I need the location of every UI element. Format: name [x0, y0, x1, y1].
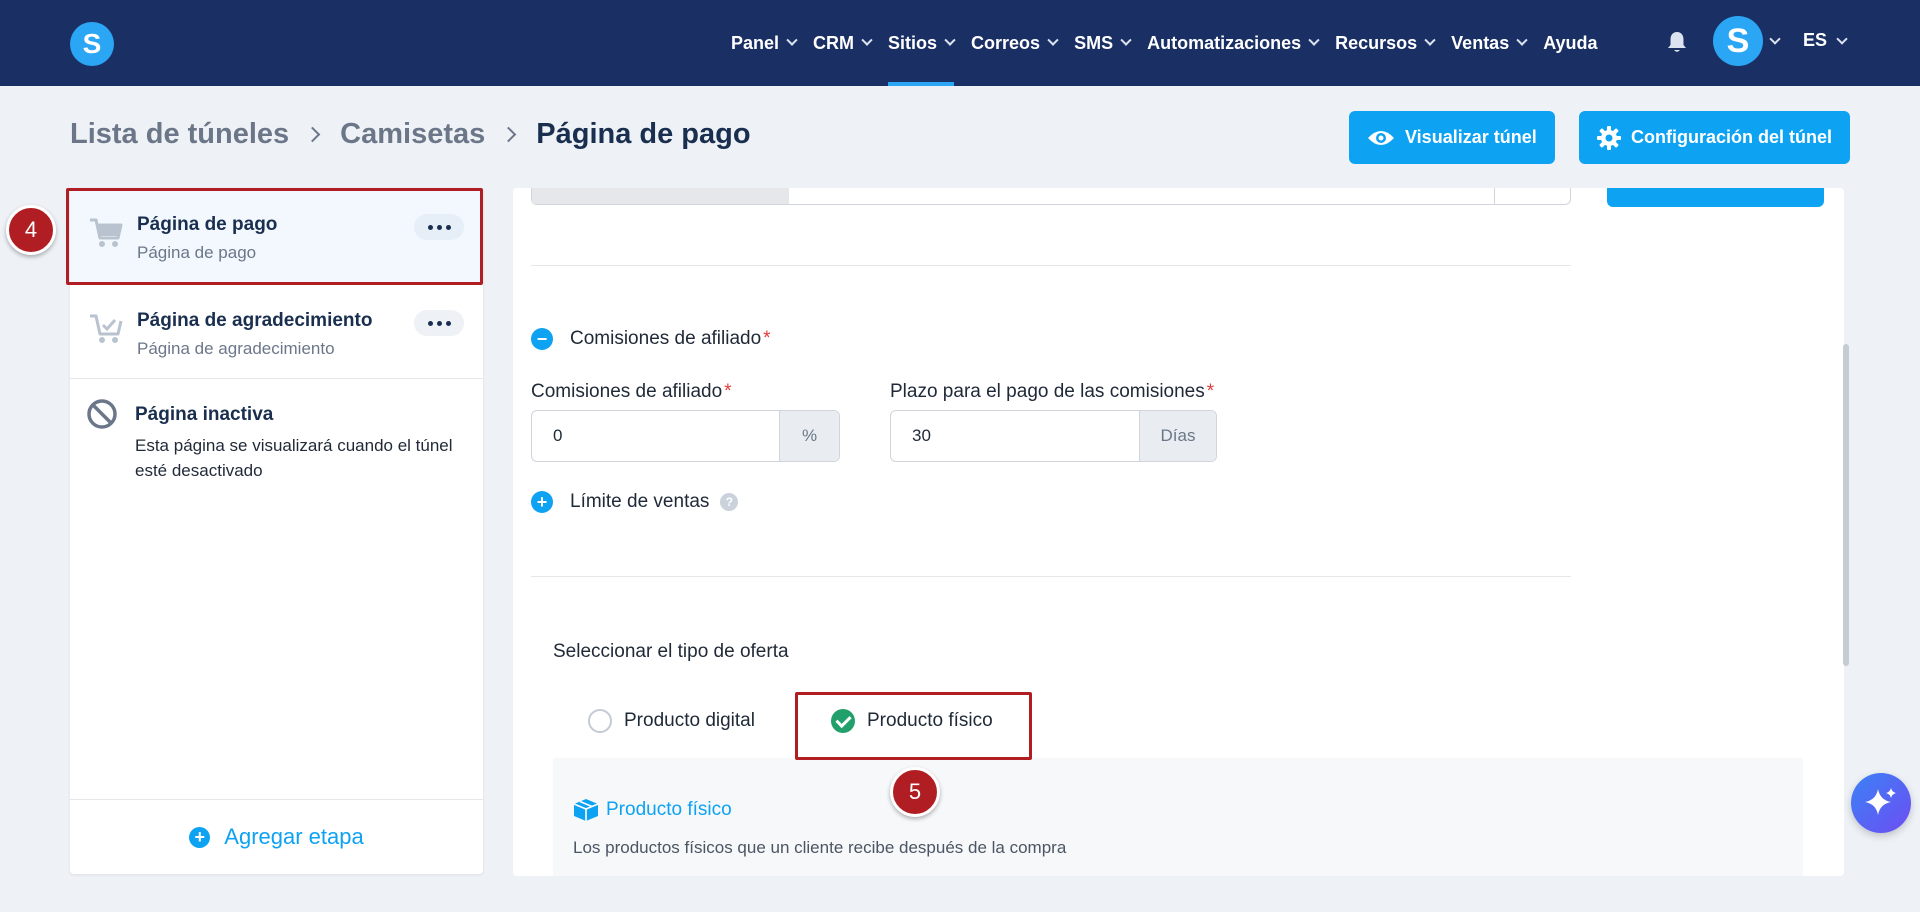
chevron-down-icon [1047, 34, 1059, 46]
cart-check-icon [90, 314, 123, 343]
chevron-down-icon[interactable] [1836, 33, 1848, 45]
divider [531, 576, 1571, 577]
step-title: Página inactiva [135, 404, 274, 425]
affiliate-commissions-toggle[interactable]: − Comisiones de afiliado * [531, 328, 771, 350]
step-marker-4: 4 [6, 205, 56, 255]
chevron-down-icon[interactable] [1769, 33, 1781, 45]
step-subtitle: Página de agradecimiento [137, 339, 335, 358]
physical-product-link[interactable]: Producto físico [573, 798, 732, 822]
chevron-down-icon [1308, 34, 1320, 46]
days-addon: Días [1139, 411, 1216, 461]
nav-item-panel[interactable]: Panel [731, 0, 798, 86]
chevron-down-icon [786, 34, 798, 46]
step-marker-5: 5 [890, 767, 940, 817]
dot-icon [427, 320, 433, 326]
percent-addon: % [779, 411, 839, 461]
chevron-right-icon [500, 126, 517, 143]
scrollbar[interactable] [1843, 344, 1849, 666]
divider [1494, 188, 1495, 204]
dot-icon [445, 320, 451, 326]
prohibited-icon [87, 399, 117, 429]
help-icon[interactable]: ? [720, 493, 739, 511]
commission-term-value[interactable]: 30 [891, 411, 1139, 461]
nav-item-sitios[interactable]: Sitios [888, 0, 956, 86]
step-settings-panel: − Comisiones de afiliado * Comisiones de … [513, 188, 1844, 876]
required-mark: * [763, 328, 771, 349]
minus-circle-icon: − [531, 328, 553, 350]
sales-limit-toggle[interactable]: + Límite de ventas ? [531, 491, 739, 513]
page-title: Página de pago [536, 118, 751, 150]
gear-icon [1597, 125, 1621, 150]
app-logo[interactable]: S [70, 22, 114, 66]
chevron-down-icon [1516, 34, 1528, 46]
nav-item-automatizaciones[interactable]: Automatizaciones [1147, 0, 1320, 86]
chevron-down-icon [1120, 34, 1132, 46]
user-avatar[interactable]: S [1713, 16, 1763, 66]
bell-icon[interactable] [1666, 30, 1688, 54]
highlight-step-5 [795, 692, 1032, 760]
eye-icon [1368, 130, 1394, 145]
partial-input-field[interactable] [531, 188, 1571, 205]
affiliate-commissions-label: Comisiones de afiliado * [531, 381, 732, 402]
physical-product-description: Los productos físicos que un cliente rec… [573, 838, 1067, 857]
offer-option-digital[interactable]: Producto digital [588, 709, 755, 733]
input-prefix [532, 188, 789, 204]
chevron-down-icon [861, 34, 873, 46]
nav-item-recursos[interactable]: Recursos [1335, 0, 1436, 86]
sparkles-icon [1865, 788, 1896, 815]
step-item-inactive[interactable]: Página inactiva Esta página se visualiza… [70, 380, 483, 500]
plus-circle-icon: + [531, 491, 553, 513]
plus-circle-icon: + [189, 826, 211, 848]
nav-item-ayuda[interactable]: Ayuda [1543, 0, 1597, 86]
chevron-down-icon [944, 34, 956, 46]
box-icon [573, 799, 599, 821]
highlight-step-4 [66, 188, 483, 285]
required-mark: * [724, 381, 732, 402]
funnel-settings-button[interactable]: Configuración del túnel [1579, 111, 1850, 164]
step-description: Esta página se visualizará cuando el tún… [135, 436, 453, 480]
affiliate-commissions-input[interactable]: 0 % [531, 410, 840, 462]
step-title: Página de agradecimiento [137, 310, 373, 331]
nav-item-correos[interactable]: Correos [971, 0, 1059, 86]
chevron-right-icon [304, 126, 321, 143]
top-navbar: S Panel CRM Sitios Correos SMS Automatiz… [0, 0, 1920, 86]
required-mark: * [1206, 381, 1215, 402]
nav-item-ventas[interactable]: Ventas [1451, 0, 1528, 86]
language-selector[interactable]: ES [1803, 30, 1827, 51]
radio-button[interactable] [588, 709, 612, 733]
step-item-thank-you[interactable]: Página de agradecimiento Página de agrad… [70, 284, 483, 379]
divider [531, 265, 1571, 266]
chevron-down-icon [1424, 34, 1436, 46]
breadcrumb-funnel[interactable]: Camisetas [340, 118, 485, 151]
commission-term-label: Plazo para el pago de las comisiones * [890, 381, 1215, 402]
visualize-funnel-button[interactable]: Visualizar túnel [1349, 111, 1555, 164]
offer-type-label: Seleccionar el tipo de oferta [553, 641, 789, 662]
commission-term-input[interactable]: 30 Días [890, 410, 1217, 462]
breadcrumb: Lista de túneles Camisetas Página de pag… [70, 118, 751, 151]
funnel-steps-sidebar: Página de pago Página de pago Página de … [70, 188, 483, 874]
nav-item-sms[interactable]: SMS [1074, 0, 1132, 86]
breadcrumb-funnel-list[interactable]: Lista de túneles [70, 118, 289, 151]
nav-item-crm[interactable]: CRM [813, 0, 873, 86]
more-options-button[interactable] [414, 310, 464, 336]
dot-icon [436, 320, 442, 326]
ai-assistant-button[interactable] [1851, 773, 1911, 833]
add-step-button[interactable]: + Agregar etapa [70, 799, 483, 874]
nav-menu: Panel CRM Sitios Correos SMS Automatizac… [731, 0, 1615, 86]
physical-product-panel: Producto físico Los productos físicos qu… [553, 758, 1803, 876]
affiliate-commissions-value[interactable]: 0 [532, 411, 779, 461]
partial-action-button[interactable] [1607, 188, 1824, 207]
